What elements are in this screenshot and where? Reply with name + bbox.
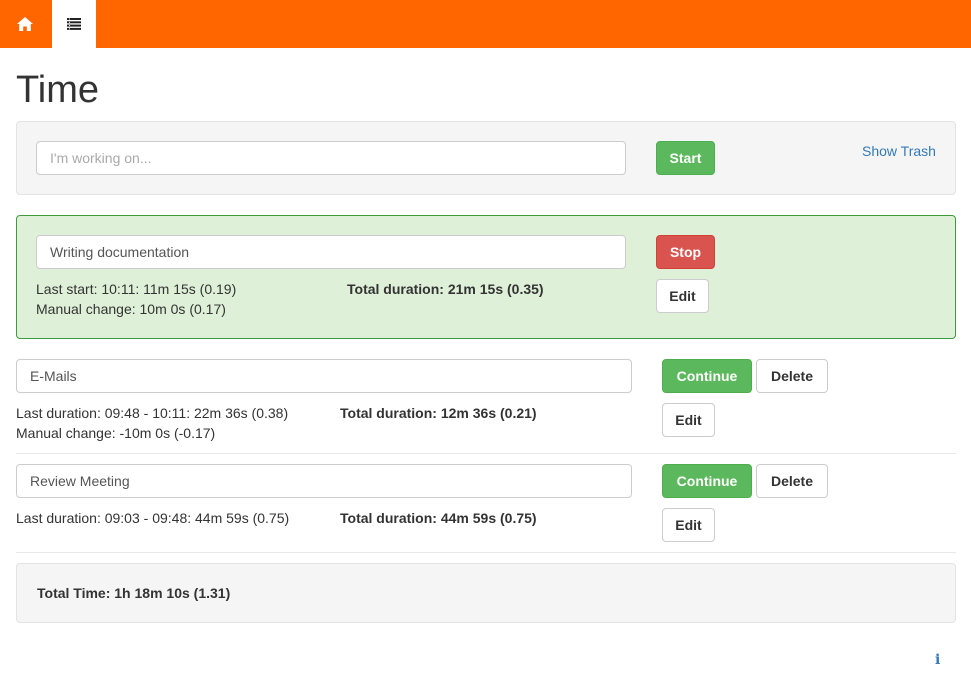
page-title: Time [16,69,100,111]
edit-button[interactable]: Edit [662,508,715,542]
active-edit-button[interactable]: Edit [656,279,709,313]
top-navbar [0,0,971,48]
entry-total-duration: Total duration: 12m 36s (0.21) [340,405,537,421]
entry-last-duration: Last duration: 09:03 - 09:48: 44m 59s (0… [16,510,290,526]
continue-button[interactable]: Continue [662,359,752,393]
edit-button[interactable]: Edit [662,403,715,437]
info-icon[interactable]: i [935,652,940,668]
continue-button[interactable]: Continue [662,464,752,498]
time-list-tab[interactable] [52,0,96,48]
start-button[interactable]: Start [656,141,715,175]
active-total-duration: Total duration: 21m 15s (0.35) [347,281,544,297]
delete-button[interactable]: Delete [756,464,828,498]
show-trash-link[interactable]: Show Trash [862,143,936,159]
home-icon [17,17,33,31]
new-task-field[interactable] [36,141,626,175]
stop-button[interactable]: Stop [656,235,715,269]
active-entry-panel [16,215,956,339]
entry-task-input[interactable]: Review Meeting [16,464,632,498]
total-time: Total Time: 1h 18m 10s (1.31) [37,585,231,601]
active-task-input[interactable]: Writing documentation [36,235,626,269]
entry-manual-change: Manual change: -10m 0s (-0.17) [16,425,216,441]
entry-last-duration: Last duration: 09:48 - 10:11: 22m 36s (0… [16,405,289,421]
list-icon [67,18,81,30]
new-task-input[interactable] [50,150,612,166]
entry-divider [16,552,956,553]
active-manual-change: Manual change: 10m 0s (0.17) [36,301,226,317]
entry-total-duration: Total duration: 44m 59s (0.75) [340,510,537,526]
home-button[interactable] [3,0,47,48]
active-last-start: Last start: 10:11: 11m 15s (0.19) [36,281,237,297]
entry-task-input[interactable]: E-Mails [16,359,632,393]
entry-divider [16,453,956,454]
delete-button[interactable]: Delete [756,359,828,393]
